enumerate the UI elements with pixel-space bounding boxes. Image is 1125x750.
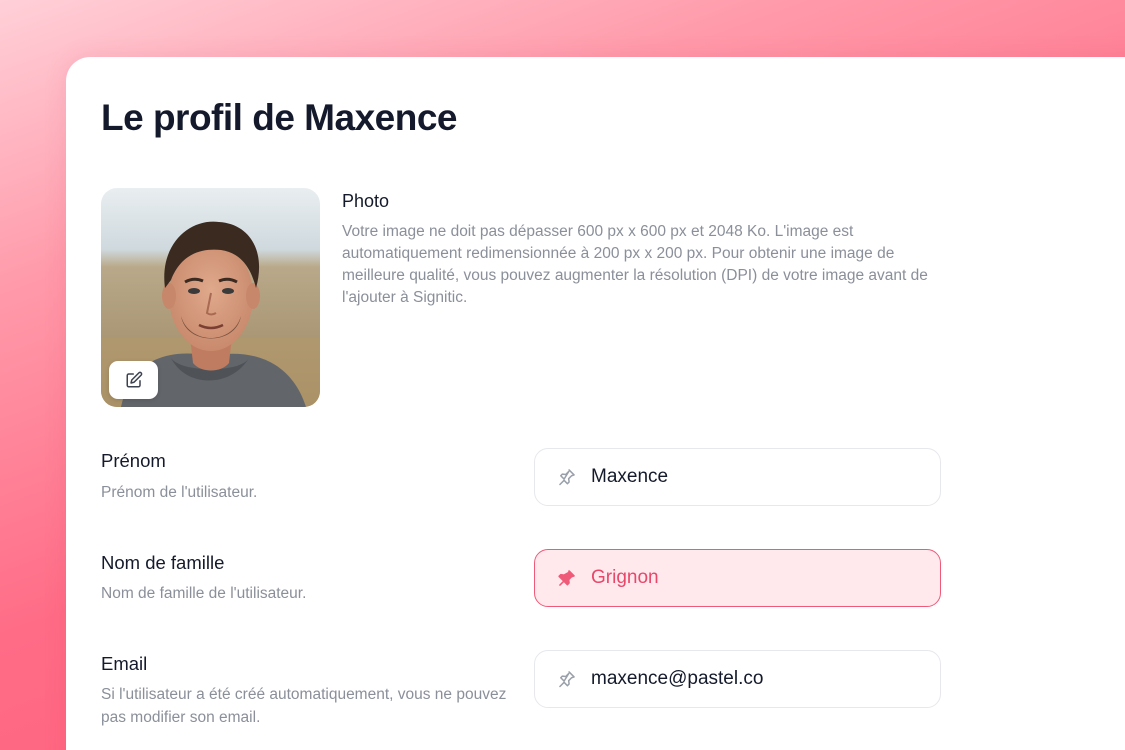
edit-photo-button[interactable] — [109, 361, 158, 399]
last-name-help: Nom de famille de l'utilisateur. — [101, 585, 307, 602]
page-title: Le profil de Maxence — [101, 97, 458, 138]
pencil-square-icon — [126, 371, 142, 388]
email-field[interactable]: maxence@pastel.co — [534, 650, 941, 708]
profile-card: Le profil de Maxence Photo Votre image n… — [66, 57, 1125, 750]
first-name-field[interactable]: Maxence — [534, 448, 941, 506]
first-name-value: Maxence — [591, 466, 669, 487]
first-name-help: Prénom de l'utilisateur. — [101, 484, 258, 501]
photo-title: Photo — [342, 191, 390, 211]
first-name-label: Prénom — [101, 450, 166, 471]
email-label: Email — [101, 653, 148, 674]
email-help: Si l'utilisateur a été créé automatiquem… — [101, 686, 507, 726]
last-name-value: Grignon — [591, 567, 659, 588]
email-value: maxence@pastel.co — [591, 668, 764, 689]
pin-outline-icon[interactable] — [556, 668, 578, 690]
pin-filled-icon[interactable] — [556, 567, 578, 589]
last-name-label: Nom de famille — [101, 552, 225, 573]
photo-description: Votre image ne doit pas dépasser 600 px … — [342, 223, 928, 306]
profile-photo — [101, 188, 320, 407]
last-name-field[interactable]: Grignon — [534, 549, 941, 607]
pin-outline-icon[interactable] — [556, 466, 578, 488]
